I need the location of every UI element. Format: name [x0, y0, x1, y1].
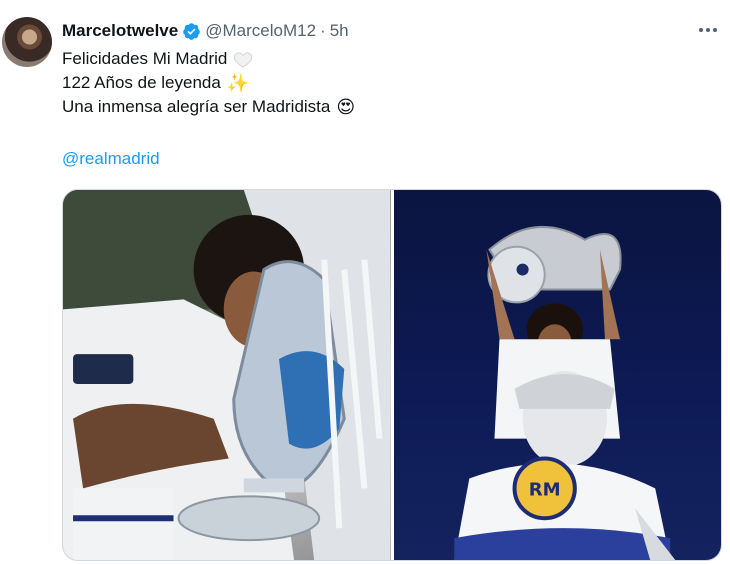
tweet-text: Felicidades Mi Madrid 122 Años de leyend… — [62, 47, 355, 119]
user-handle[interactable]: @MarceloM12 — [205, 21, 316, 41]
tweet-line: Felicidades Mi Madrid — [62, 47, 355, 71]
display-name[interactable]: Marcelotwelve — [62, 21, 178, 41]
timestamp[interactable]: 5h — [330, 21, 349, 41]
photo-left-illustration — [63, 190, 391, 560]
tweet-line-text: Felicidades Mi Madrid — [62, 49, 228, 68]
more-dot-icon — [699, 28, 703, 32]
tweet-line-text: Una inmensa alegría ser Madridista — [62, 97, 331, 116]
mention-link[interactable]: @realmadrid — [62, 149, 160, 169]
photo-marcelo-kissing-trophy[interactable] — [63, 190, 391, 560]
heart-eyes-icon: 😍 — [336, 97, 356, 117]
white-heart-icon — [234, 52, 253, 68]
separator-dot: · — [320, 21, 326, 40]
tweet-header: Marcelotwelve @MarceloM12 · 5h — [62, 19, 349, 43]
tweet-line: 122 Años de leyenda ✨ — [62, 71, 355, 95]
more-dot-icon — [706, 28, 710, 32]
tweet-line-text: 122 Años de leyenda — [62, 73, 221, 92]
tweet[interactable]: Marcelotwelve @MarceloM12 · 5h Felicidad… — [0, 0, 730, 564]
verified-badge-icon — [183, 22, 201, 40]
photo-right-illustration: RM — [453, 225, 675, 560]
more-dot-icon — [713, 28, 717, 32]
more-options-button[interactable] — [694, 18, 722, 42]
photo-marcelo-holding-trophy-cibeles[interactable]: RM — [393, 190, 721, 560]
svg-text:RM: RM — [528, 479, 560, 500]
media-grid: RM — [62, 189, 722, 561]
avatar[interactable] — [2, 17, 52, 67]
sparkles-icon: ✨ — [226, 73, 250, 93]
tweet-line: Una inmensa alegría ser Madridista 😍 — [62, 95, 355, 119]
